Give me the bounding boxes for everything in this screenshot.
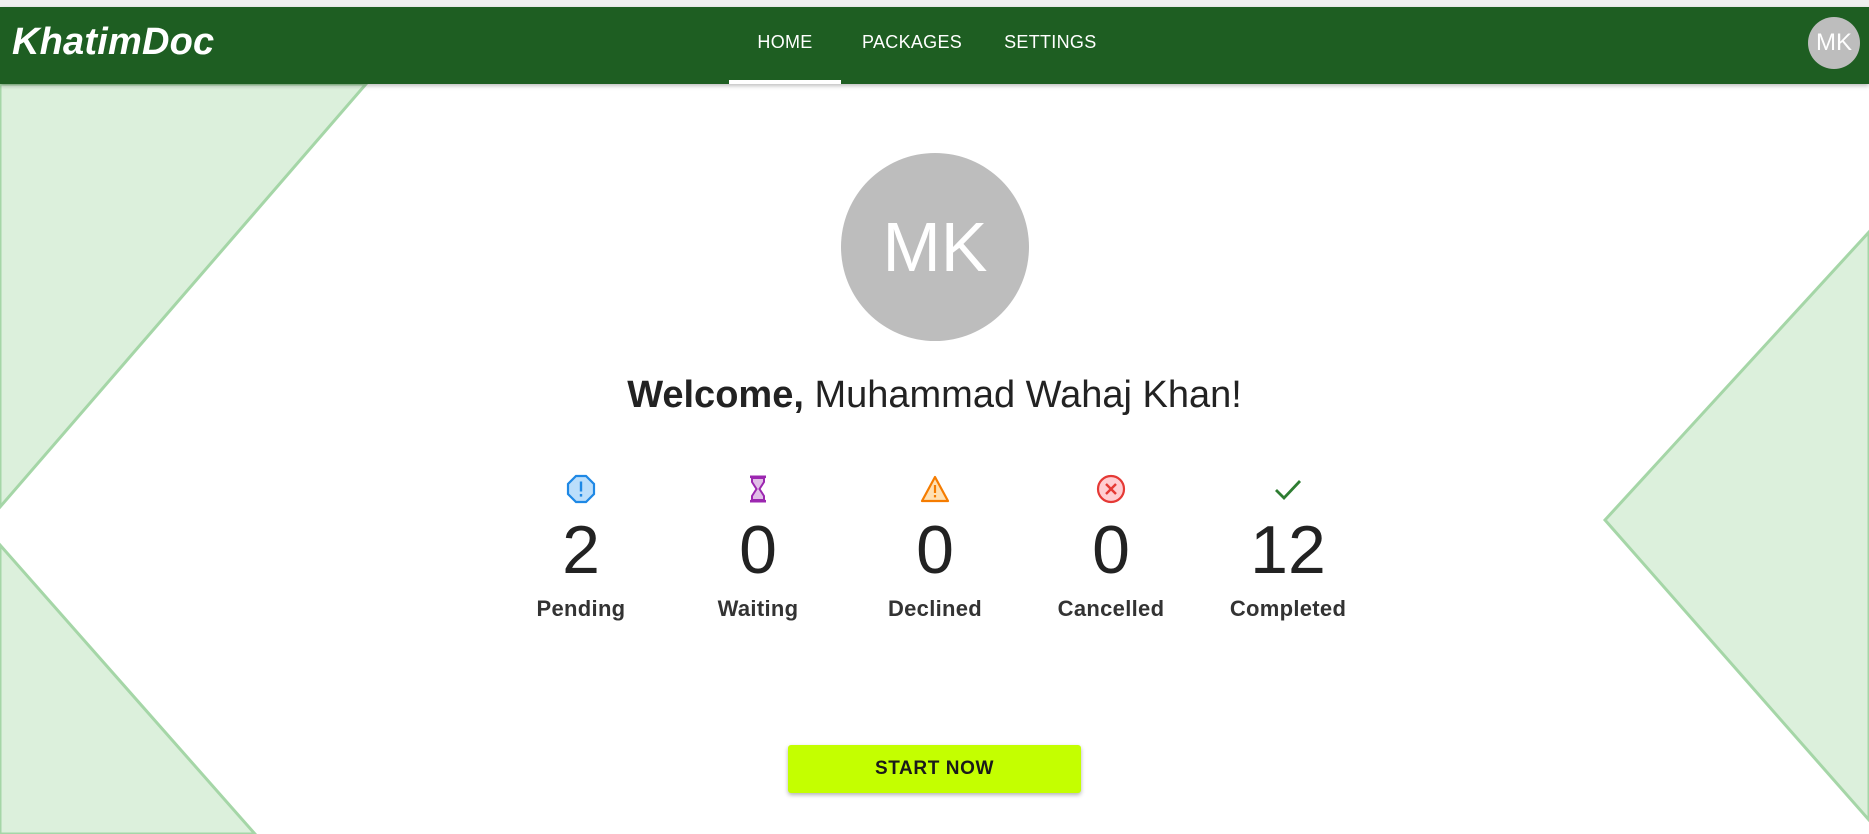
- main-content: MK Welcome, Muhammad Wahaj Khan! 2 Pendi…: [0, 84, 1869, 834]
- stat-waiting[interactable]: 0 Waiting: [678, 474, 838, 622]
- stat-pending[interactable]: 2 Pending: [501, 474, 661, 622]
- start-now-button[interactable]: START NOW: [788, 745, 1081, 793]
- stat-cancelled-value: 0: [1092, 512, 1130, 588]
- check-icon: [1275, 480, 1302, 501]
- welcome-user-name: Muhammad Wahaj Khan!: [814, 374, 1242, 416]
- stat-waiting-value: 0: [739, 512, 777, 588]
- tab-home[interactable]: HOME: [729, 7, 841, 84]
- stat-declined-label: Declined: [887, 596, 983, 621]
- navbar: KhatimDoc HOME PACKAGES SETTINGS MK: [0, 7, 1869, 84]
- stat-completed[interactable]: 12 Completed: [1208, 474, 1368, 622]
- stat-completed-value: 12: [1250, 512, 1326, 588]
- warning-triangle-icon: [920, 475, 950, 503]
- welcome-heading: Welcome, Muhammad Wahaj Khan!: [0, 374, 1869, 417]
- stat-declined[interactable]: 0 Declined: [855, 474, 1015, 622]
- welcome-prefix: Welcome,: [627, 374, 804, 416]
- stat-pending-label: Pending: [536, 596, 626, 621]
- profile-avatar: MK: [841, 153, 1029, 341]
- stat-cancelled[interactable]: 0 Cancelled: [1031, 474, 1191, 622]
- stat-waiting-label: Waiting: [717, 596, 799, 621]
- exclamation-octagon-icon: [566, 474, 596, 504]
- page: KhatimDoc HOME PACKAGES SETTINGS MK MK W…: [0, 0, 1869, 834]
- stat-pending-value: 2: [562, 512, 600, 588]
- hourglass-icon: [750, 475, 766, 503]
- tab-settings[interactable]: SETTINGS: [983, 7, 1117, 84]
- nav-tabs: HOME PACKAGES SETTINGS: [729, 7, 1118, 84]
- user-avatar-button[interactable]: MK: [1808, 17, 1860, 69]
- cancel-circle-icon: [1096, 474, 1126, 504]
- stat-declined-value: 0: [916, 512, 954, 588]
- tab-packages[interactable]: PACKAGES: [841, 7, 983, 84]
- brand-logo[interactable]: KhatimDoc: [12, 21, 214, 64]
- stat-completed-label: Completed: [1229, 596, 1347, 621]
- stat-cancelled-label: Cancelled: [1057, 596, 1165, 621]
